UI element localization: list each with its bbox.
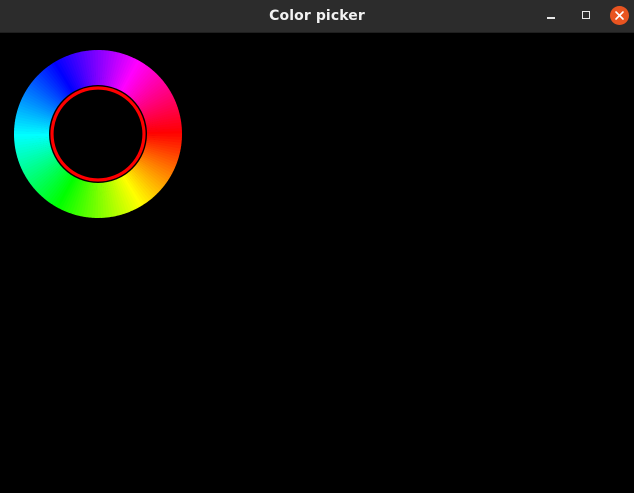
hue-ring[interactable]: [14, 50, 182, 218]
maximize-icon: [582, 11, 590, 19]
selected-color-indicator: [50, 86, 146, 182]
minimize-icon: [547, 17, 555, 19]
close-button[interactable]: [610, 6, 629, 25]
window-title: Color picker: [269, 8, 365, 24]
picker-canvas[interactable]: [0, 33, 634, 493]
title-bar[interactable]: Color picker: [0, 0, 634, 33]
close-icon: [610, 6, 629, 25]
maximize-button[interactable]: [576, 6, 596, 26]
color-picker-window: Color picker: [0, 0, 634, 493]
minimize-button[interactable]: [541, 6, 561, 26]
